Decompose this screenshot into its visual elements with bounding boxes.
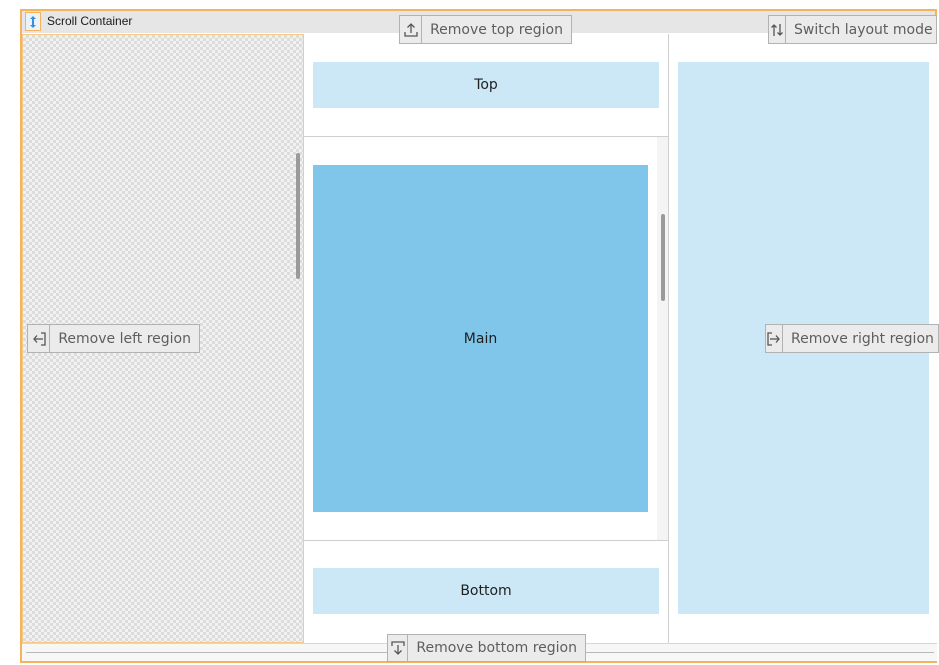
remove-bottom-region-label: Remove bottom region	[416, 640, 577, 656]
arrow-left-icon	[28, 325, 51, 352]
top-region-label: Top	[474, 77, 498, 93]
switch-layout-mode-button[interactable]: Switch layout mode	[768, 15, 937, 44]
arrow-right-icon	[766, 325, 783, 352]
remove-right-region-button[interactable]: Remove right region	[765, 324, 939, 353]
remove-left-region-label: Remove left region	[58, 330, 191, 347]
bottom-region-content: Bottom	[313, 568, 659, 614]
bottom-region-label: Bottom	[460, 583, 512, 599]
main-region-content: Main	[313, 165, 648, 512]
scroll-container-window: Scroll Container Top Main Bottom Remove …	[0, 0, 939, 665]
switch-layout-mode-label: Switch layout mode	[794, 21, 933, 38]
left-splitter-grip[interactable]	[296, 153, 300, 279]
remove-top-region-button[interactable]: Remove top region	[399, 15, 572, 44]
remove-bottom-region-button[interactable]: Remove bottom region	[387, 634, 586, 662]
remove-top-region-label: Remove top region	[430, 21, 563, 38]
remove-left-region-button[interactable]: Remove left region	[27, 324, 200, 353]
main-scrollbar-track[interactable]	[657, 137, 668, 540]
swap-icon	[769, 16, 786, 43]
arrow-up-icon	[400, 16, 423, 43]
top-region-content: Top	[313, 62, 659, 108]
main-region-label: Main	[463, 330, 498, 347]
remove-right-region-label: Remove right region	[791, 330, 934, 347]
main-scrollbar-thumb[interactable]	[661, 214, 665, 301]
arrow-down-icon	[388, 635, 409, 661]
